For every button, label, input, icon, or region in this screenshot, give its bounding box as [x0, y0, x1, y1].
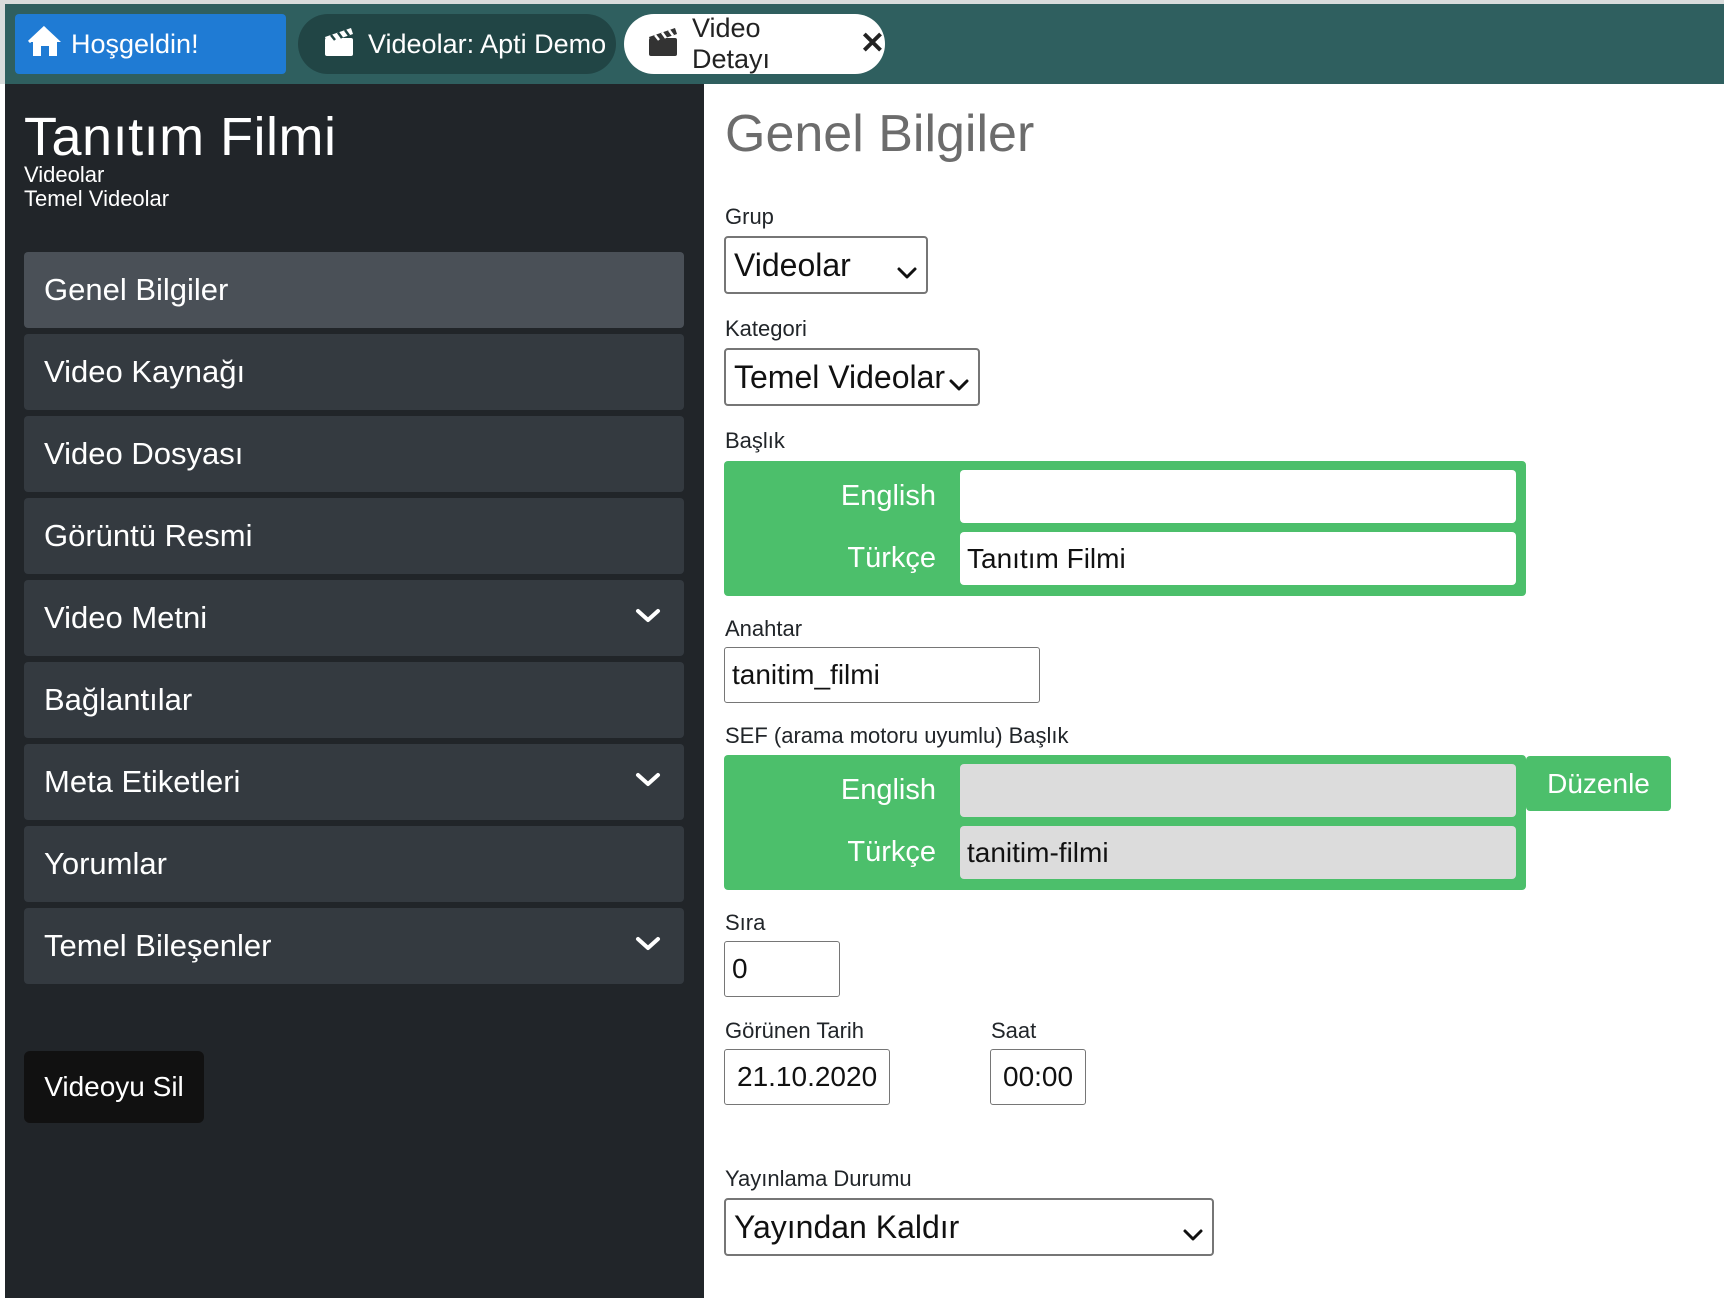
- sidebar-item-label: Görüntü Resmi: [44, 518, 253, 553]
- chevron-down-icon: [1182, 1217, 1204, 1254]
- sef-english-input: [960, 764, 1516, 817]
- video-title: Tanıtım Filmi: [24, 107, 337, 167]
- date-label: Görünen Tarih: [725, 1018, 865, 1043]
- sidebar-item-label: Genel Bilgiler: [44, 272, 229, 307]
- sef-turkish-label: Türkçe: [847, 836, 936, 868]
- sef-english-label: English: [840, 774, 936, 806]
- key-label: Anahtar: [725, 616, 803, 641]
- chevron-down-icon: [634, 602, 662, 638]
- heading-turkish-input[interactable]: Tanıtım Filmi: [960, 532, 1516, 585]
- publish-status-select[interactable]: Yayından Kaldır: [724, 1198, 1214, 1256]
- sidebar-item-label: Video Dosyası: [44, 436, 244, 471]
- publish-status-value: Yayından Kaldır: [734, 1208, 960, 1245]
- clapperboard-icon: [646, 24, 680, 65]
- tab-video-detail[interactable]: Video Detayı ✕: [624, 13, 885, 74]
- group-label: Grup: [725, 204, 774, 229]
- sidebar-item-video-source[interactable]: Video Kaynağı: [24, 334, 684, 410]
- category-label: Kategori: [725, 316, 807, 341]
- sidebar-item-label: Meta Etiketleri: [44, 764, 241, 799]
- page-title: Genel Bilgiler: [725, 105, 1035, 163]
- heading-turkish-label: Türkçe: [847, 542, 936, 574]
- sidebar-item-video-text[interactable]: Video Metni: [24, 580, 684, 656]
- sef-label: SEF (arama motoru uyumlu) Başlık: [725, 723, 1069, 748]
- tab-home-label: Hoşgeldin!: [71, 28, 199, 59]
- category-select[interactable]: Temel Videolar: [724, 348, 980, 406]
- chevron-down-icon: [948, 367, 970, 404]
- sidebar: Tanıtım Filmi Videolar Temel Videolar Ge…: [5, 84, 704, 1298]
- clapperboard-icon: [322, 24, 356, 65]
- order-input[interactable]: 0: [724, 941, 840, 997]
- key-input[interactable]: tanitim_filmi: [724, 647, 1040, 703]
- sidebar-item-label: Video Kaynağı: [44, 354, 246, 389]
- sidebar-item-label: Bağlantılar: [44, 682, 193, 717]
- sidebar-item-label: Temel Bileşenler: [44, 928, 272, 963]
- top-tab-bar: Hoşgeldin! Videolar: Apti Demo Video Det…: [0, 0, 1724, 84]
- breadcrumb-group: Videolar: [24, 162, 105, 187]
- chevron-down-icon: [896, 255, 918, 292]
- group-select-value: Videolar: [734, 246, 851, 283]
- home-icon: [27, 24, 63, 65]
- main-form: Genel Bilgiler Grup Videolar Kategori Te…: [704, 84, 1724, 1298]
- time-label: Saat: [991, 1018, 1037, 1043]
- heading-translations: English Türkçe Tanıtım Filmi: [724, 461, 1526, 596]
- edit-sef-button[interactable]: Düzenle: [1526, 756, 1671, 811]
- date-input[interactable]: 21.10.2020: [724, 1049, 890, 1105]
- group-select[interactable]: Videolar: [724, 236, 928, 294]
- chevron-down-icon: [634, 766, 662, 802]
- time-input[interactable]: 00:00: [990, 1049, 1086, 1105]
- order-label: Sıra: [725, 910, 766, 935]
- heading-english-input[interactable]: [960, 470, 1516, 523]
- breadcrumb-category: Temel Videolar: [24, 186, 170, 211]
- publish-label: Yayınlama Durumu: [725, 1166, 912, 1191]
- sidebar-item-image[interactable]: Görüntü Resmi: [24, 498, 684, 574]
- tab-videos[interactable]: Videolar: Apti Demo: [298, 14, 616, 74]
- sidebar-item-general[interactable]: Genel Bilgiler: [24, 252, 684, 328]
- sidebar-item-label: Yorumlar: [44, 846, 167, 881]
- tab-videos-label: Videolar: Apti Demo: [368, 28, 607, 59]
- tab-home[interactable]: Hoşgeldin!: [15, 14, 286, 74]
- delete-video-button[interactable]: Videoyu Sil: [24, 1051, 204, 1123]
- sidebar-item-label: Video Metni: [44, 600, 208, 635]
- close-icon[interactable]: ✕: [860, 29, 885, 59]
- sidebar-item-components[interactable]: Temel Bileşenler: [24, 908, 684, 984]
- heading-label: Başlık: [725, 428, 785, 453]
- sidebar-item-links[interactable]: Bağlantılar: [24, 662, 684, 738]
- sidebar-item-meta-tags[interactable]: Meta Etiketleri: [24, 744, 684, 820]
- heading-english-label: English: [840, 480, 936, 512]
- sidebar-item-video-file[interactable]: Video Dosyası: [24, 416, 684, 492]
- sidebar-item-comments[interactable]: Yorumlar: [24, 826, 684, 902]
- sef-translations: English Türkçe tanitim-filmi: [724, 755, 1526, 890]
- tab-video-detail-label: Video Detayı: [692, 13, 771, 74]
- chevron-down-icon: [634, 930, 662, 966]
- category-select-value: Temel Videolar: [734, 358, 946, 395]
- sef-turkish-input: tanitim-filmi: [960, 826, 1516, 879]
